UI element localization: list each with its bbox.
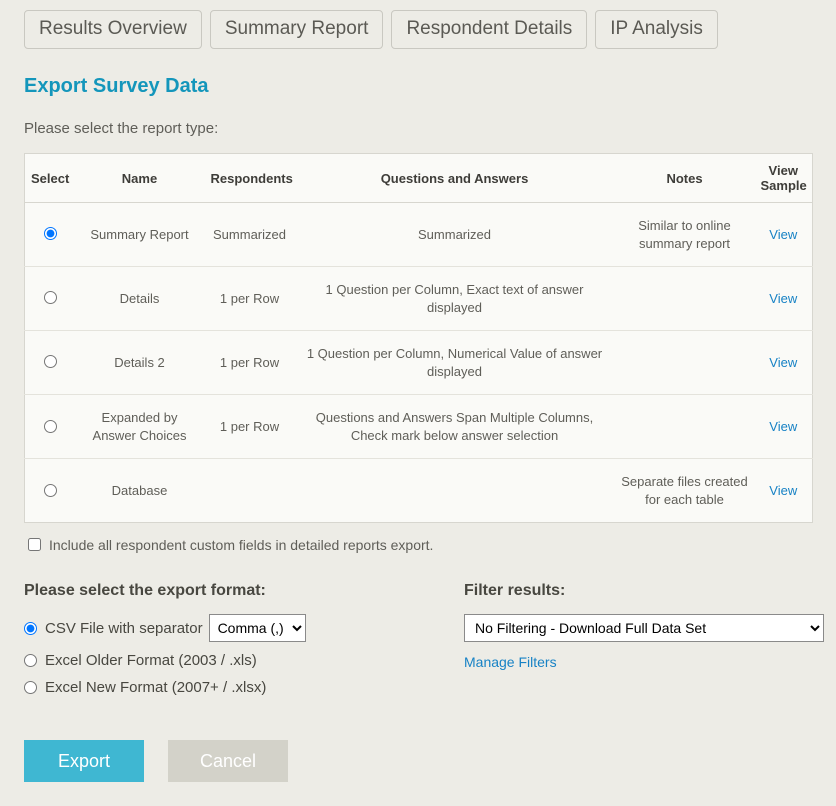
view-sample-link[interactable]: View (769, 483, 797, 498)
include-custom-fields-label: Include all respondent custom fields in … (49, 537, 433, 553)
manage-filters-link[interactable]: Manage Filters (464, 654, 557, 670)
col-notes: Notes (615, 154, 755, 203)
row-name: Details (75, 267, 205, 331)
report-radio-summary[interactable] (44, 227, 57, 240)
format-csv-label: CSV File with separator (45, 620, 203, 637)
report-type-prompt: Please select the report type: (24, 120, 812, 137)
table-row: Summary Report Summarized Summarized Sim… (25, 203, 813, 267)
col-name: Name (75, 154, 205, 203)
table-row: Details 2 1 per Row 1 Question per Colum… (25, 331, 813, 395)
format-csv-radio[interactable] (24, 622, 37, 635)
row-notes: Separate files created for each table (615, 459, 755, 523)
page-title: Export Survey Data (24, 75, 812, 98)
format-excel-old-label: Excel Older Format (2003 / .xls) (45, 652, 257, 669)
export-button[interactable]: Export (24, 740, 144, 782)
report-radio-database[interactable] (44, 484, 57, 497)
row-qa: 1 Question per Column, Exact text of ans… (295, 267, 615, 331)
tab-summary-report[interactable]: Summary Report (210, 10, 384, 49)
row-respondents: 1 per Row (205, 331, 295, 395)
include-custom-fields-checkbox[interactable] (28, 538, 41, 551)
row-notes (615, 267, 755, 331)
row-qa: Summarized (295, 203, 615, 267)
export-format-heading: Please select the export format: (24, 582, 404, 600)
row-qa (295, 459, 615, 523)
col-view-sample: View Sample (755, 154, 813, 203)
csv-separator-select[interactable]: Comma (,) (209, 614, 306, 642)
view-sample-link[interactable]: View (769, 355, 797, 370)
row-respondents (205, 459, 295, 523)
table-row: Database Separate files created for each… (25, 459, 813, 523)
row-name: Details 2 (75, 331, 205, 395)
col-select: Select (25, 154, 75, 203)
tab-ip-analysis[interactable]: IP Analysis (595, 10, 718, 49)
format-excel-new-radio[interactable] (24, 681, 37, 694)
view-sample-link[interactable]: View (769, 227, 797, 242)
row-qa: 1 Question per Column, Numerical Value o… (295, 331, 615, 395)
row-respondents: 1 per Row (205, 395, 295, 459)
tab-respondent-details[interactable]: Respondent Details (391, 10, 587, 49)
report-radio-details[interactable] (44, 291, 57, 304)
col-respondents: Respondents (205, 154, 295, 203)
tab-results-overview[interactable]: Results Overview (24, 10, 202, 49)
row-notes: Similar to online summary report (615, 203, 755, 267)
tabs-bar: Results Overview Summary Report Responde… (24, 10, 812, 49)
col-qa: Questions and Answers (295, 154, 615, 203)
view-sample-link[interactable]: View (769, 291, 797, 306)
row-respondents: Summarized (205, 203, 295, 267)
filter-select[interactable]: No Filtering - Download Full Data Set (464, 614, 824, 642)
report-radio-details2[interactable] (44, 355, 57, 368)
format-excel-new-label: Excel New Format (2007+ / .xlsx) (45, 679, 266, 696)
view-sample-link[interactable]: View (769, 419, 797, 434)
report-radio-expanded[interactable] (44, 420, 57, 433)
table-row: Expanded by Answer Choices 1 per Row Que… (25, 395, 813, 459)
row-notes (615, 395, 755, 459)
report-type-table: Select Name Respondents Questions and An… (24, 153, 813, 523)
row-notes (615, 331, 755, 395)
filter-heading: Filter results: (464, 582, 824, 600)
row-name: Expanded by Answer Choices (75, 395, 205, 459)
cancel-button[interactable]: Cancel (168, 740, 288, 782)
table-row: Details 1 per Row 1 Question per Column,… (25, 267, 813, 331)
format-excel-old-radio[interactable] (24, 654, 37, 667)
row-name: Database (75, 459, 205, 523)
row-name: Summary Report (75, 203, 205, 267)
row-qa: Questions and Answers Span Multiple Colu… (295, 395, 615, 459)
row-respondents: 1 per Row (205, 267, 295, 331)
